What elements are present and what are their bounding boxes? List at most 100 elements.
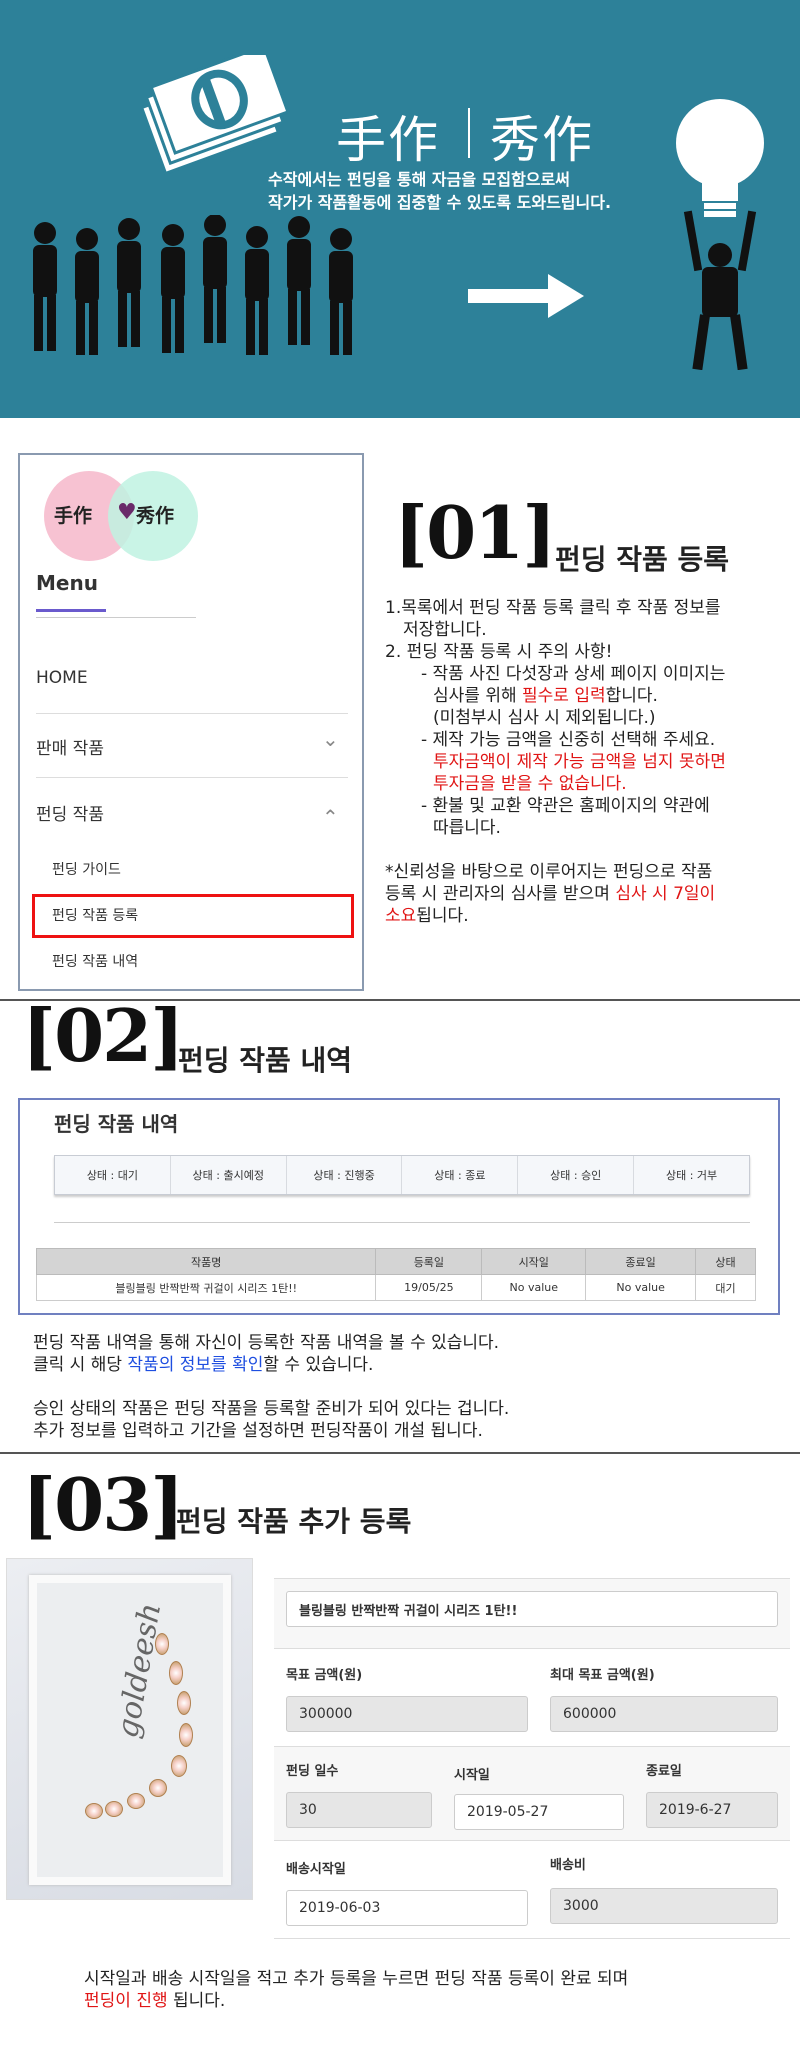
start-date-label: 시작일	[454, 1768, 490, 1783]
shipping-fee-field[interactable]: 3000	[550, 1888, 778, 1924]
column-header: 시작일	[481, 1248, 587, 1275]
text-line: - 제작 가능 금액을 신중히 선택해 주세요.	[421, 730, 716, 750]
section-title: 펀딩 작품 등록	[555, 543, 730, 576]
divider	[274, 1840, 790, 1841]
tab-status-rejected[interactable]: 상태 : 거부	[634, 1156, 749, 1194]
highlight-text: 투자금액이 제작 가능 금액을 넘지 못하면	[433, 752, 726, 772]
lightbulb-person-icon	[676, 99, 764, 370]
banner-separator	[468, 108, 470, 158]
shipping-start-field[interactable]: 2019-06-03	[286, 1890, 528, 1926]
menu-heading: Menu	[36, 571, 98, 595]
gem	[177, 1691, 191, 1715]
tab-status-approved[interactable]: 상태 : 승인	[518, 1156, 635, 1194]
text-line: 소요됩니다.	[385, 905, 790, 927]
heart-icon: ♥	[117, 500, 137, 525]
text-line: 펀딩이 진행 됩니다.	[84, 1990, 784, 2012]
product-name-field[interactable]: 블링블링 반짝반짝 귀걸이 시리즈 1탄!!	[286, 1591, 778, 1627]
menu-item-funding-works[interactable]: 펀딩 작품	[36, 800, 104, 825]
column-header: 작품명	[35, 1248, 377, 1275]
column-header: 종료일	[585, 1248, 697, 1275]
table-cell[interactable]: 블링블링 반짝반짝 귀걸이 시리즈 1탄!!	[35, 1274, 377, 1301]
shipping-start-label: 배송시작일	[286, 1862, 346, 1877]
section-number: [02]	[22, 993, 184, 1078]
logo-text-right: 秀作	[136, 505, 175, 527]
text-line: *신뢰성을 바탕으로 이루어지는 펀딩으로 작품	[385, 862, 713, 882]
section-body: 1.목록에서 펀딩 작품 등록 클릭 후 작품 정보를 저장합니다. 2. 펀딩…	[385, 597, 790, 927]
tab-status-upcoming[interactable]: 상태 : 출시예정	[171, 1156, 287, 1194]
text-line: (미첨부시 심사 시 제외됩니다.)	[433, 708, 656, 728]
section-body: 시작일과 배송 시작일을 적고 추가 등록을 누르면 펀딩 작품 등록이 완료 …	[84, 1968, 784, 2012]
text-line: 따릅니다.	[433, 818, 501, 838]
highlight-text: 투자금을 받을 수 없습니다.	[433, 774, 627, 794]
goal-amount-field[interactable]: 300000	[286, 1696, 528, 1732]
goal-amount-label: 목표 금액(원)	[286, 1668, 363, 1683]
text-line: 클릭 시 해당 작품의 정보를 확인할 수 있습니다.	[33, 1354, 773, 1376]
text-line: 시작일과 배송 시작일을 적고 추가 등록을 누르면 펀딩 작품 등록이 완료 …	[84, 1969, 629, 1989]
text-line: 1.목록에서 펀딩 작품 등록 클릭 후 작품 정보를	[385, 598, 721, 618]
divider	[36, 617, 196, 618]
highlight-text: 소요	[385, 906, 417, 926]
text-span: 할 수 있습니다.	[263, 1355, 374, 1375]
section-body: 펀딩 작품 내역을 통해 자신이 등록한 작품 내역을 볼 수 있습니다. 클릭…	[33, 1332, 773, 1442]
text-span: 합니다.	[605, 686, 658, 706]
funding-days-field[interactable]: 30	[286, 1792, 432, 1828]
menu-item-sales-works[interactable]: 판매 작품	[36, 734, 104, 759]
submenu-funding-guide[interactable]: 펀딩 가이드	[52, 859, 121, 879]
table-cell: 대기	[695, 1274, 756, 1301]
text-span: 심사를 위해	[433, 686, 523, 706]
section-number: [03]	[22, 1462, 184, 1547]
submenu-funding-register[interactable]: 펀딩 작품 등록	[52, 905, 138, 925]
divider	[36, 777, 348, 778]
text-span: 등록 시 관리자의 심사를 받으며	[385, 884, 616, 904]
text-line: 2. 펀딩 작품 등록 시 주의 사항!	[385, 642, 613, 662]
table-cell: No value	[481, 1274, 587, 1301]
money-stack-icon	[139, 55, 290, 176]
table-row[interactable]: 블링블링 반짝반짝 귀걸이 시리즈 1탄!! 19/05/25 No value…	[35, 1274, 756, 1301]
end-date-label: 종료일	[646, 1764, 682, 1779]
text-line: 저장합니다.	[403, 620, 487, 640]
end-date-field[interactable]: 2019-6-27	[646, 1792, 778, 1828]
max-goal-field[interactable]: 600000	[550, 1696, 778, 1732]
divider	[274, 1746, 790, 1747]
status-tabs: 상태 : 대기 상태 : 출시예정 상태 : 진행중 상태 : 종료 상태 : …	[54, 1155, 750, 1195]
section-title: 펀딩 작품 추가 등록	[176, 1505, 412, 1538]
funding-history-panel: 펀딩 작품 내역 상태 : 대기 상태 : 출시예정 상태 : 진행중 상태 :…	[18, 1098, 780, 1315]
submenu-funding-history[interactable]: 펀딩 작품 내역	[52, 951, 138, 971]
tab-status-waiting[interactable]: 상태 : 대기	[55, 1156, 171, 1194]
tab-status-in-progress[interactable]: 상태 : 진행중	[287, 1156, 403, 1194]
gem	[155, 1633, 169, 1655]
highlight-text: 펀딩이 진행	[84, 1991, 168, 2011]
panel-title: 펀딩 작품 내역	[54, 1112, 179, 1136]
table-cell: 19/05/25	[375, 1274, 483, 1301]
section-divider	[0, 1452, 800, 1454]
text-span: 됩니다.	[167, 1991, 226, 2011]
highlight-text: 작품의 정보를 확인	[127, 1355, 264, 1375]
gem	[179, 1723, 193, 1747]
section-title: 펀딩 작품 내역	[178, 1044, 353, 1077]
chevron-up-icon[interactable]: ⌃	[322, 805, 339, 829]
divider	[274, 1938, 790, 1939]
banner-description: 수작에서는 펀딩을 통해 자금을 모집함으로써 작가가 작품활동에 집중할 수 …	[268, 168, 611, 214]
text-line: 등록 시 관리자의 심사를 받으며 심사 시 7일이	[385, 883, 790, 905]
image-script-text: goldeesh	[110, 1600, 169, 1741]
gem	[127, 1793, 145, 1809]
menu-item-home[interactable]: HOME	[36, 668, 88, 688]
start-date-field[interactable]: 2019-05-27	[454, 1794, 624, 1830]
text-line: 승인 상태의 작품은 펀딩 작품을 등록할 준비가 되어 있다는 겁니다.	[33, 1399, 510, 1419]
arrow-right-icon	[468, 274, 584, 318]
chevron-down-icon[interactable]: ⌄	[322, 727, 339, 751]
banner-desc-line: 작가가 작품활동에 집중할 수 있도록 도와드립니다.	[268, 193, 612, 212]
text-line: 펀딩 작품 내역을 통해 자신이 등록한 작품 내역을 볼 수 있습니다.	[33, 1333, 500, 1353]
side-menu: 手作 ♥ 秀作 Menu HOME 판매 작품 ⌄ 펀딩 작품 ⌃ 펀딩 가이드…	[18, 453, 364, 991]
divider	[274, 1578, 790, 1579]
funding-table: 작품명 등록일 시작일 종료일 상태 블링블링 반짝반짝 귀걸이 시리즈 1탄!…	[35, 1248, 756, 1301]
banner-title-left: 手作	[336, 111, 440, 169]
text-line: 추가 정보를 입력하고 기간을 설정하면 펀딩작품이 개설 됩니다.	[33, 1421, 483, 1441]
gem	[169, 1661, 183, 1685]
table-cell: No value	[585, 1274, 697, 1301]
text-line: - 작품 사진 다섯장과 상세 페이지 이미지는	[421, 664, 726, 684]
tab-status-ended[interactable]: 상태 : 종료	[402, 1156, 519, 1194]
divider	[36, 713, 348, 714]
image-frame: goldeesh	[29, 1575, 231, 1885]
text-span: 됩니다.	[416, 906, 469, 926]
